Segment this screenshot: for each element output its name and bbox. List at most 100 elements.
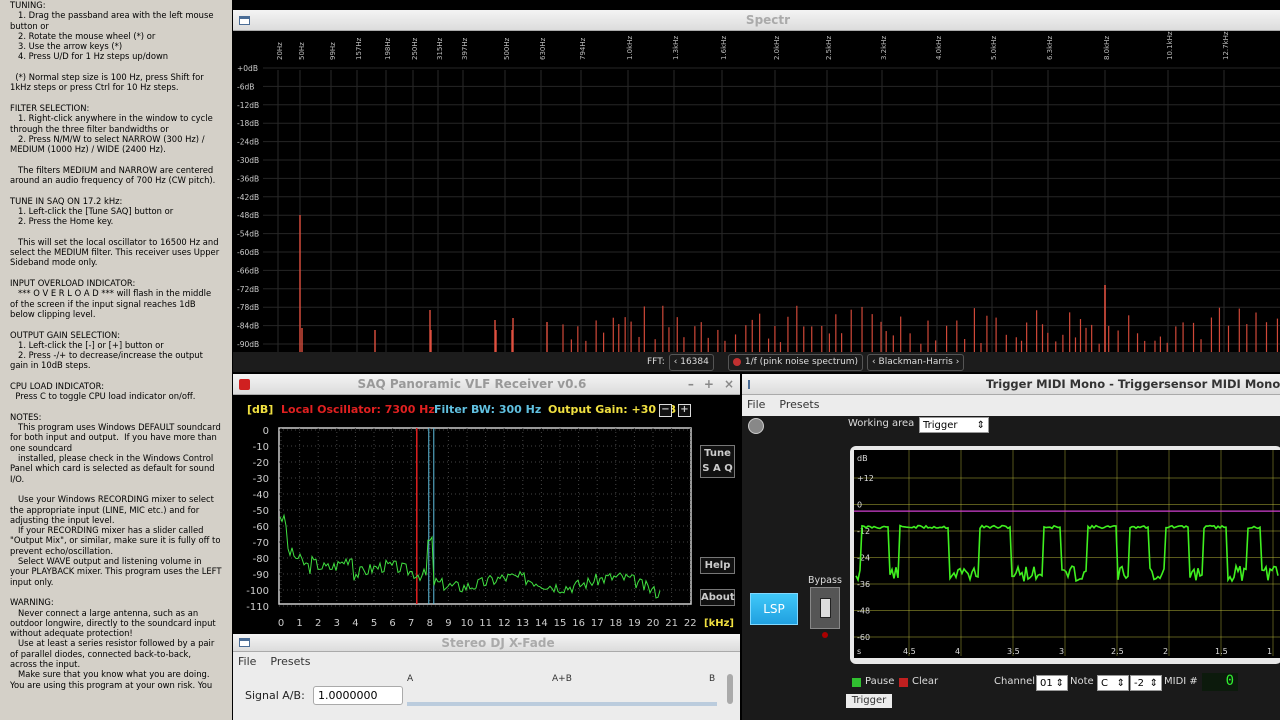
gain-minus-button[interactable]: − (659, 404, 672, 417)
window-icon (748, 379, 750, 389)
freq-label: 1.3kHz (672, 36, 680, 60)
window-selector[interactable]: ‹ Blackman-Harris › (867, 353, 965, 371)
djx-title: Stereo DJ X-Fade (441, 635, 555, 650)
note-value: C (1101, 677, 1108, 689)
fft-label: FFT: (647, 357, 665, 367)
spectrum-mode-selector[interactable]: 1/f (pink noise spectrum) (727, 353, 864, 371)
db-label: +0dB (237, 64, 258, 73)
tab-trigger[interactable]: Trigger (846, 694, 892, 708)
db-label: -6dB (237, 82, 254, 91)
db-label: -42dB (237, 193, 259, 202)
help-line: 1. Left-click the [Tune SAQ] button or (10, 205, 174, 216)
help-line (0, 154, 232, 164)
local-oscillator-label: Local Oscillator: 7300 Hz (281, 403, 435, 416)
menu-presets[interactable]: Presets (270, 655, 310, 668)
x-label: 8 (427, 618, 433, 629)
menu-file[interactable]: File (747, 398, 765, 411)
spin-icon: ⇕ (1149, 677, 1158, 689)
spin-icon: ⇕ (1055, 677, 1064, 689)
help-line: Sideband mode only. (10, 257, 98, 268)
help-line: select the MEDIUM filter. This receiver … (10, 247, 220, 258)
chevron-right-icon[interactable]: › (953, 357, 960, 367)
tune-saq-line1: Tune (704, 448, 731, 459)
help-line: across the input. (10, 659, 81, 669)
help-line: Use at least a series resistor followed … (10, 638, 215, 649)
y-label: -12 (857, 527, 870, 536)
help-line: TUNE IN SAQ ON 17.2 kHz: (10, 195, 123, 206)
help-line (0, 93, 232, 103)
signal-ab-input[interactable]: 1.0000000 (313, 686, 403, 705)
working-area-select[interactable]: Trigger ⇕ (919, 417, 989, 433)
spin-icon: ⇕ (1116, 677, 1125, 689)
help-line: I/O. (10, 473, 25, 484)
pause-label[interactable]: Pause (865, 676, 894, 687)
x-label: 11 (479, 618, 492, 629)
about-button[interactable]: About (700, 589, 735, 606)
help-line: 2. Press N/M/W to select NARROW (300 Hz)… (10, 133, 205, 144)
trig-title: Trigger MIDI Mono - Triggersensor MIDI M… (986, 377, 1280, 391)
channel-select[interactable]: 01 ⇕ (1036, 675, 1068, 691)
spectr-titlebar[interactable]: Spectr (233, 10, 1280, 31)
mark-a: A (407, 674, 414, 684)
freq-label: 8.0kHz (1103, 36, 1111, 60)
y-label: +12 (857, 474, 874, 483)
x-label: 4 (352, 618, 358, 629)
help-line: Never connect a large antenna, such as a… (10, 607, 199, 618)
help-button[interactable]: Help (700, 557, 735, 574)
y-label: -36 (857, 580, 870, 589)
db-unit-label: [dB] (247, 403, 274, 416)
x-label: 2.5 (1111, 647, 1124, 656)
y-label: -24 (857, 554, 870, 563)
freq-label: 500Hz (503, 37, 511, 60)
spectrum-plot[interactable]: 20Hz 50Hz 99Hz 157Hz 198Hz 250Hz 315Hz 397Hz 500… (233, 30, 1280, 352)
gain-plus-button[interactable]: + (678, 404, 691, 417)
saq-spectrum-plot[interactable]: 0-10-20-30-40-50-60-70-80-90-100-1100 1 2 3… (233, 420, 740, 633)
freq-label: 794Hz (579, 37, 587, 60)
menu-presets[interactable]: Presets (779, 398, 819, 411)
minimize-icon[interactable]: – (688, 377, 694, 391)
close-icon[interactable]: × (724, 377, 734, 391)
help-line: 1. Left-click the [-] or [+] button or (10, 339, 164, 350)
pause-led[interactable] (852, 678, 861, 687)
x-label: 17 (591, 618, 604, 629)
db-label: -30dB (237, 156, 259, 165)
trigger-graph[interactable]: dB +12 0 -12 -24 -36 -48 -60 s 4.5 4 3.5 3 2.5 2 1.5 1 (848, 444, 1280, 670)
help-line: This will set the local oscillator to 16… (10, 236, 219, 247)
help-line (0, 227, 232, 237)
window-icon (239, 638, 250, 647)
x-label: 4.5 (903, 647, 916, 656)
maximize-icon[interactable]: + (704, 377, 714, 391)
window-icon (239, 15, 250, 25)
x-label: 13 (516, 618, 529, 629)
x-label: 20 (647, 618, 660, 629)
trig-titlebar[interactable]: Trigger MIDI Mono - Triggersensor MIDI M… (742, 374, 1280, 395)
x-label: 10 (461, 618, 474, 629)
x-label: 1 (1267, 647, 1272, 656)
window-value: Blackman-Harris (878, 357, 953, 367)
fft-size-selector[interactable]: ‹ 16384 (668, 353, 714, 371)
help-line: outdoor longwire, directly to the soundc… (10, 617, 216, 628)
x-label: 0 (278, 618, 284, 629)
scrollbar[interactable] (727, 674, 733, 704)
output-gain-label: Output Gain: +30 dB (548, 403, 677, 416)
saq-window: SAQ Panoramic VLF Receiver v0.6 – + × [d… (233, 374, 740, 633)
y-label: -30 (253, 474, 269, 485)
help-line: button or (10, 20, 49, 31)
bypass-switch[interactable] (810, 587, 840, 629)
db-label: -54dB (237, 230, 259, 239)
djx-titlebar[interactable]: Stereo DJ X-Fade (233, 634, 740, 652)
menu-file[interactable]: File (238, 655, 256, 668)
mark-b: B (709, 674, 716, 684)
xfade-slider[interactable] (407, 702, 717, 706)
octave-select[interactable]: -2 ⇕ (1130, 675, 1162, 691)
x-label: 2 (315, 618, 321, 629)
note-select[interactable]: C ⇕ (1097, 675, 1129, 691)
x-label: 1 (296, 618, 302, 629)
knob-icon[interactable] (748, 418, 764, 434)
y-label: -48 (857, 607, 870, 616)
clear-label[interactable]: Clear (912, 676, 938, 687)
clear-led[interactable] (899, 678, 908, 687)
saq-titlebar[interactable]: SAQ Panoramic VLF Receiver v0.6 – + × (233, 374, 740, 395)
tune-saq-button[interactable]: Tune S A Q (700, 445, 735, 478)
freq-label: 3.2kHz (880, 36, 888, 60)
